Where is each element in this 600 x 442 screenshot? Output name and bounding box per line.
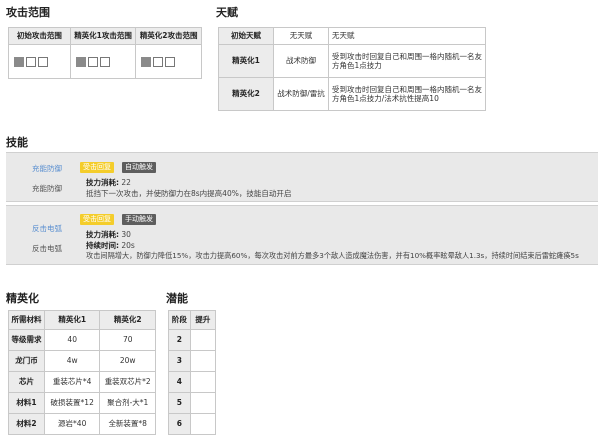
potential-stage: 4 [168, 371, 191, 393]
tag-trigger: 自动触发 [122, 162, 156, 173]
talent-stage: 精英化2 [218, 77, 274, 111]
potential-header: 阶段 [168, 310, 191, 330]
skill-card-1: 充能防御 充能防御 受击回复 自动触发 技力消耗: 22 抵挡下一次攻击，并使防… [6, 152, 598, 202]
skill-card-2: 反击电弧 反击电弧 受击回复 手动触发 技力消耗: 30 持续时间: 20s 攻… [6, 205, 598, 265]
potential-stage: 3 [168, 350, 191, 372]
talent-desc: 受到攻击时回复自己和周围一格内随机一名友方角色1点技力 [328, 44, 486, 78]
talent-stage: 精英化1 [218, 44, 274, 78]
range-header: 初始攻击范围 [8, 27, 71, 45]
tag-recovery: 受击回复 [80, 162, 114, 173]
talent-name: 战术防御/雷抗 [273, 77, 329, 111]
elite-title: 精英化 [6, 292, 39, 305]
tag-trigger: 手动触发 [122, 214, 156, 225]
elite-row-label: 材料1 [8, 392, 45, 414]
elite-header: 精英化2 [99, 310, 156, 330]
elite-row-label: 龙门币 [8, 350, 45, 372]
skill-duration: 持续时间: 20s [86, 241, 135, 250]
attack-range-title: 攻击范围 [6, 6, 50, 19]
range-grid [69, 44, 137, 79]
potential-cell [189, 392, 217, 414]
potential-stage: 2 [168, 329, 191, 351]
potential-title: 潜能 [166, 292, 188, 305]
attack-range-table: 初始攻击范围 精英化1攻击范围 精英化2攻击范围 [8, 27, 202, 79]
potential-stage: 5 [168, 392, 191, 414]
elite-cell: 20w [99, 350, 156, 372]
range-header: 精英化1攻击范围 [69, 27, 137, 45]
potential-table: 阶段 提升 2 3 4 5 6 [168, 310, 217, 435]
skill-desc: 抵挡下一次攻击，并使防御力在8s内提高40%，技能自动开启 [86, 189, 292, 198]
range-grid [8, 44, 71, 79]
potential-cell [189, 350, 217, 372]
skill-desc: 攻击间隔增大，防御力降低15%，攻击力提高60%，每次攻击对前方最多3个敌人造成… [86, 251, 579, 260]
skill-name[interactable]: 充能防御 [32, 163, 62, 174]
elite-cell: 重装芯片*4 [43, 371, 101, 393]
skill-sp: 技力消耗: 30 [86, 230, 131, 239]
elite-row-label: 等级需求 [8, 329, 45, 351]
skill-name[interactable]: 反击电弧 [32, 223, 62, 234]
talent-desc: 无天赋 [328, 27, 486, 45]
talent-name: 战术防御 [273, 44, 329, 78]
range-header: 精英化2攻击范围 [135, 27, 202, 45]
elite-cell: 全新装置*8 [99, 413, 156, 435]
elite-cell: 40 [43, 329, 101, 351]
elite-table: 所需材料 精英化1 精英化2 等级需求 40 70 龙门币 4w 20w 芯片 … [8, 310, 156, 435]
talent-name: 无天赋 [273, 27, 329, 45]
skills-title: 技能 [6, 136, 28, 149]
elite-cell: 破损装置*12 [43, 392, 101, 414]
potential-header: 提升 [189, 310, 217, 330]
elite-row-label: 材料2 [8, 413, 45, 435]
elite-cell: 70 [99, 329, 156, 351]
elite-cell: 重装双芯片*2 [99, 371, 156, 393]
elite-header: 所需材料 [8, 310, 45, 330]
potential-cell [189, 413, 217, 435]
elite-row-label: 芯片 [8, 371, 45, 393]
talent-desc: 受到攻击时回复自己和周围一格内随机一名友方角色1点技力/法术抗性提高10 [328, 77, 486, 111]
potential-cell [189, 329, 217, 351]
elite-cell: 源岩*40 [43, 413, 101, 435]
skill-sub: 反击电弧 [32, 244, 62, 253]
skill-sub: 充能防御 [32, 184, 62, 193]
potential-cell [189, 371, 217, 393]
talent-title: 天赋 [216, 6, 238, 19]
skill-sp: 技力消耗: 22 [86, 178, 131, 187]
talent-table: 初始天赋 无天赋 无天赋 精英化1 战术防御 受到攻击时回复自己和周围一格内随机… [218, 27, 486, 111]
range-grid [135, 44, 202, 79]
elite-header: 精英化1 [43, 310, 101, 330]
tag-recovery: 受击回复 [80, 214, 114, 225]
elite-cell: 4w [43, 350, 101, 372]
potential-stage: 6 [168, 413, 191, 435]
talent-stage: 初始天赋 [218, 27, 274, 45]
elite-cell: 聚合剂-大*1 [99, 392, 156, 414]
